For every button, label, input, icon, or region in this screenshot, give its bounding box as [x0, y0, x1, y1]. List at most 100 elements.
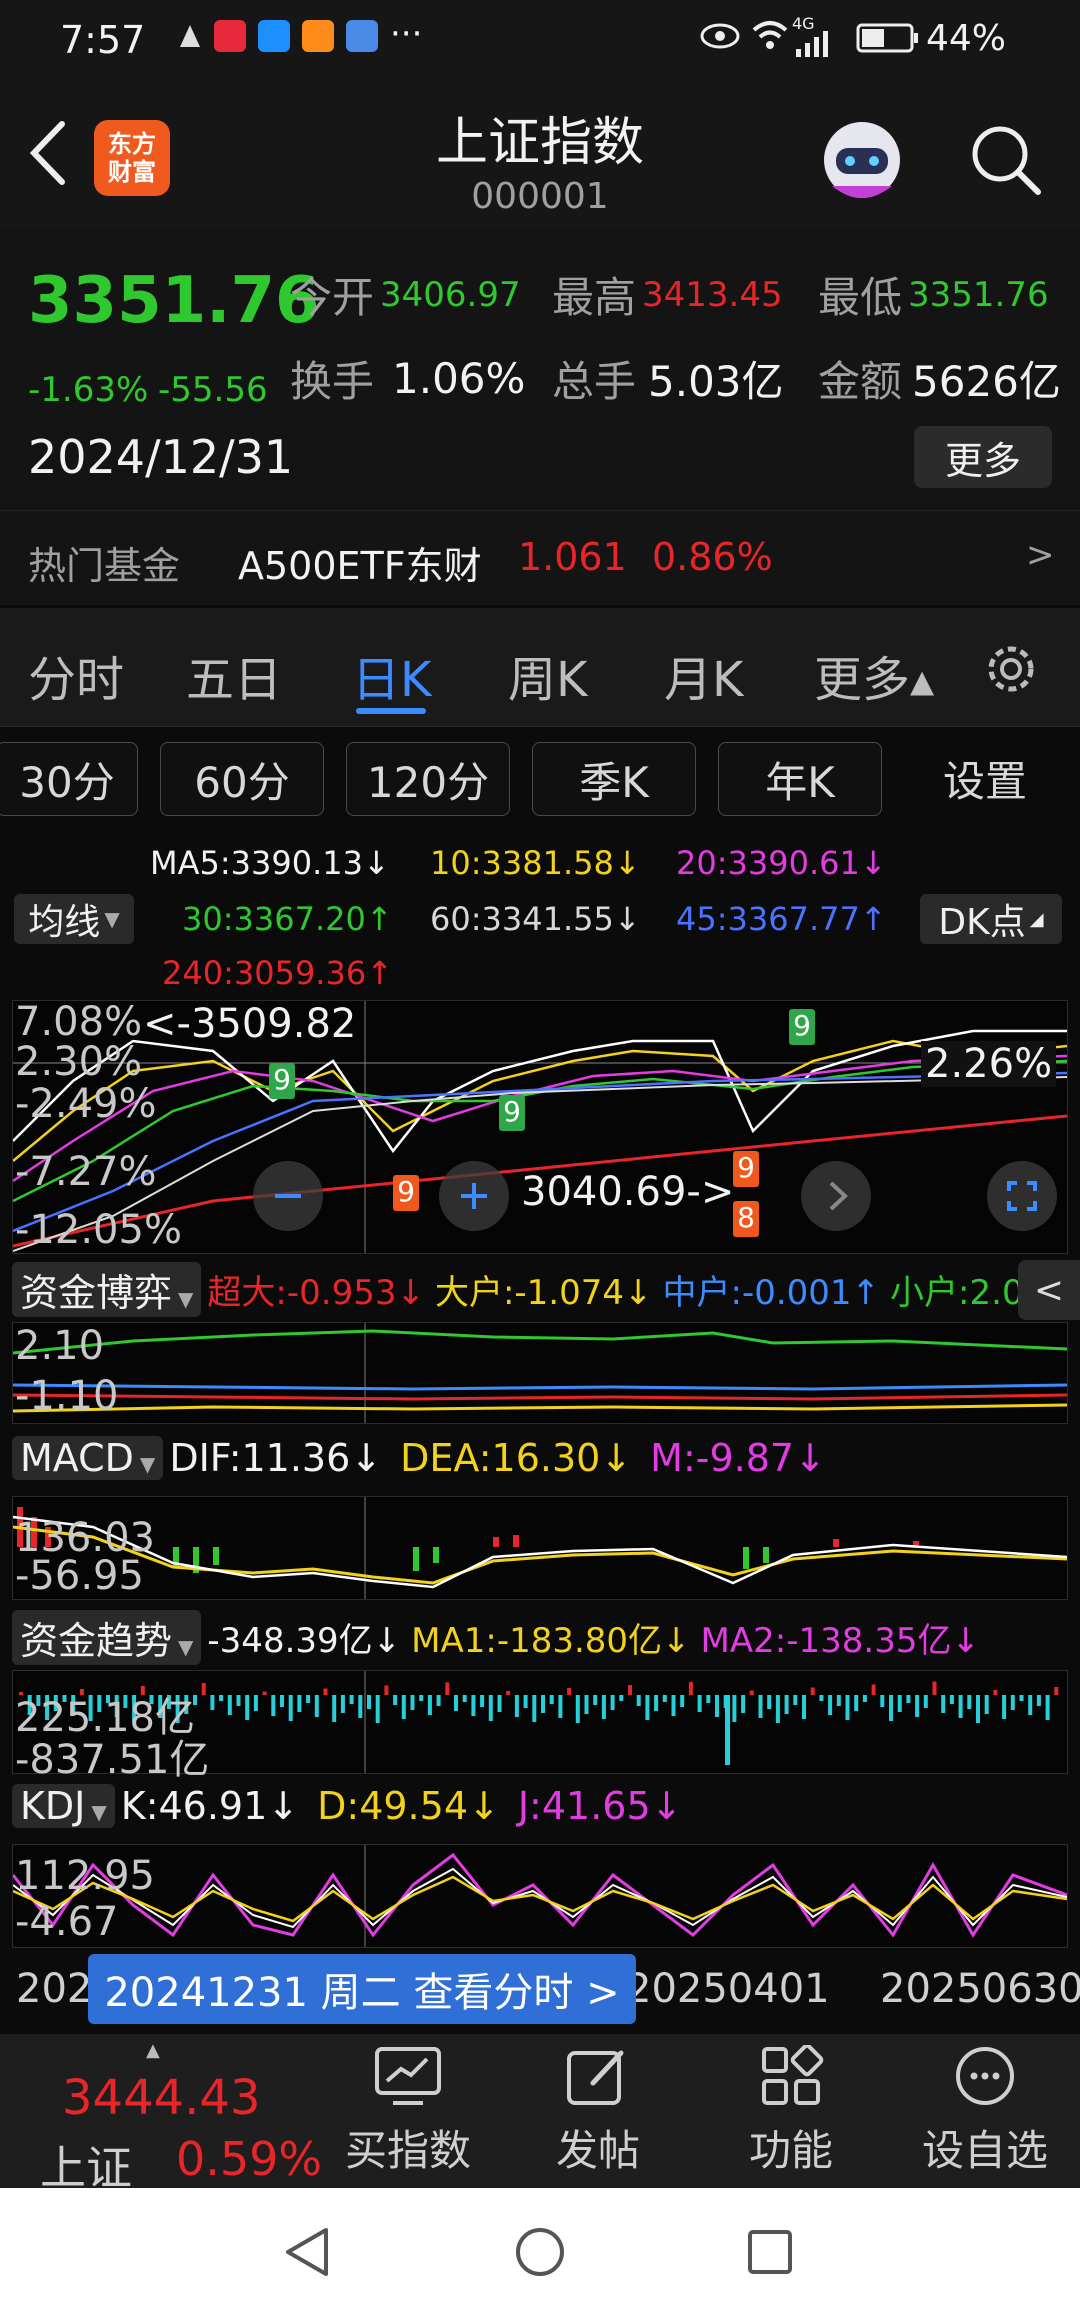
hot-fund-price: 1.061 — [518, 535, 627, 579]
zoom-out-icon[interactable] — [253, 1161, 323, 1231]
kdj-axis-bottom: -4.67 — [15, 1899, 119, 1945]
system-recents-icon[interactable] — [746, 2228, 794, 2280]
hot-fund-name: A500ETF东财 — [238, 544, 482, 588]
fund-game-chart[interactable]: 2.10 -1.10 — [12, 1322, 1068, 1424]
td-sequence-mark: 9 — [733, 1151, 759, 1187]
hot-fund-bar[interactable]: 热门基金 A500ETF东财 1.061 0.86% > — [0, 510, 1080, 605]
subtab-quarterly-k[interactable]: 季K — [532, 742, 696, 816]
macd-chart[interactable]: 136.03 -56.95 — [12, 1496, 1068, 1600]
add-watchlist-button[interactable]: 设自选 — [910, 2034, 1060, 2188]
index-ticker-price[interactable]: 3444.43 — [62, 2070, 261, 2126]
kdj-selector[interactable]: KDJ ▼ — [12, 1784, 115, 1828]
wifi-icon — [750, 18, 790, 61]
change-amt: -55.56 — [158, 370, 268, 410]
kdj-selector-label: KDJ — [20, 1784, 86, 1828]
zoom-in-icon[interactable] — [439, 1161, 509, 1231]
dea-line — [13, 1525, 1067, 1585]
d-line — [13, 1875, 1067, 1923]
system-home-icon[interactable] — [514, 2226, 566, 2282]
tab-more[interactable]: 更多▴ — [814, 640, 934, 710]
change-pct: -1.63% — [28, 370, 149, 410]
fund-trend-bar — [488, 1695, 493, 1721]
subtab-settings[interactable]: 设置 — [904, 742, 1066, 814]
next-icon[interactable] — [801, 1161, 871, 1231]
fund-game-selector-label: 资金博弈 — [20, 1271, 173, 1315]
status-time: 7:57 — [60, 18, 146, 62]
search-icon[interactable] — [966, 120, 1046, 204]
fund-trend-bar — [775, 1695, 780, 1723]
dk-point-button[interactable]: DK点 ◢ — [920, 894, 1062, 944]
fund-trend-bar — [436, 1695, 441, 1706]
subtab-120min[interactable]: 120分 — [346, 742, 510, 816]
fund-trend-bar — [810, 1687, 815, 1695]
ma-selector[interactable]: 均线 ▼ — [14, 894, 134, 944]
fund-trend-bar — [393, 1695, 398, 1705]
edit-icon — [563, 2045, 633, 2117]
fund-game-selector[interactable]: 资金博弈 ▼ — [12, 1262, 202, 1317]
fund-trend-bar — [941, 1695, 946, 1713]
fund-trend-bar — [828, 1695, 833, 1715]
tab-weekly-k[interactable]: 周K — [508, 640, 587, 710]
fund-trend-bar — [201, 1683, 206, 1695]
fund-trend-bar — [367, 1695, 371, 1709]
functions-button[interactable]: 功能 — [716, 2034, 866, 2188]
tab-intraday[interactable]: 分时 — [28, 640, 124, 710]
subtab-30min[interactable]: 30分 — [0, 742, 138, 816]
tab-5day[interactable]: 五日 — [186, 640, 282, 710]
ma-selector-label: 均线 — [28, 902, 101, 943]
view-intraday-tooltip[interactable]: 20241231 周二 查看分时 > — [88, 1954, 636, 2024]
ma5-value: MA5:3390.13↓ — [150, 844, 390, 882]
ma20-value: 20:3390.61↓ — [676, 844, 887, 882]
kdj-chart[interactable]: 112.95 -4.67 — [12, 1844, 1068, 1948]
tab-monthly-k[interactable]: 月K — [664, 640, 743, 710]
kline-axis-4: -7.27% — [15, 1149, 157, 1195]
fund-trend-selector[interactable]: 资金趋势 ▼ — [12, 1610, 202, 1665]
period-tabs: 分时 五日 日K 周K 月K 更多▴ — [0, 608, 1080, 727]
fullscreen-icon[interactable] — [987, 1161, 1057, 1231]
kline-chart[interactable]: 7.08% 2.30% -2.49% -7.27% -12.05% <-3509… — [12, 999, 1068, 1254]
header: 东方 财富 上证指数 000001 — [0, 84, 1080, 231]
turnover-label: 换手 — [290, 357, 375, 406]
fund-trend-bar — [471, 1695, 476, 1716]
fund-trend-axis-bottom: -837.51亿 — [15, 1737, 210, 1783]
buy-index-button[interactable]: 买指数 — [333, 2034, 483, 2188]
more-button[interactable]: 更多 — [914, 426, 1052, 488]
fund-trend-bar — [932, 1681, 937, 1695]
tab-daily-k[interactable]: 日K — [352, 640, 431, 710]
post-button[interactable]: 发帖 — [523, 2034, 673, 2188]
subtab-yearly-k[interactable]: 年K — [718, 742, 882, 816]
system-nav-bar — [0, 2188, 1080, 2312]
fund-trend-bar — [706, 1695, 711, 1703]
fund-trend-bar — [654, 1695, 659, 1711]
macd-dif: DIF:11.36↓ — [169, 1436, 383, 1480]
collapse-panel-button[interactable]: < — [1018, 1260, 1080, 1320]
index-ticker-pct[interactable]: 0.59% — [176, 2132, 322, 2186]
fund-trend-chart[interactable]: 225.18亿 -837.51亿 — [12, 1670, 1068, 1783]
subtab-60min[interactable]: 60分 — [160, 742, 324, 816]
fund-trend-bar — [419, 1695, 424, 1701]
system-back-icon[interactable] — [282, 2226, 332, 2282]
fund-mid-value: 中户:-0.001↑ — [662, 1273, 881, 1313]
fund-trend-bar — [889, 1695, 893, 1721]
fund-trend-header: 资金趋势 ▼ -348.39亿↓ MA1:-183.80亿↓ MA2:-138.3… — [12, 1610, 980, 1665]
active-tab-indicator — [356, 708, 426, 714]
hot-fund-arrow: > — [1026, 535, 1055, 575]
fund-trend-bar — [897, 1695, 902, 1712]
fund-trend-bar — [680, 1695, 685, 1707]
settings-gear-icon[interactable] — [982, 640, 1040, 710]
fund-trend-bar — [401, 1695, 406, 1719]
fund-trend-bar — [645, 1695, 650, 1720]
ma45-value: 45:3367.77↑ — [676, 900, 887, 938]
fund-trend-bar — [358, 1695, 363, 1718]
stock-code: 000001 — [471, 176, 609, 217]
fund-trend-bar — [619, 1695, 624, 1701]
fund-trend-bar — [332, 1695, 337, 1722]
fund-trend-bar — [1045, 1695, 1050, 1720]
robot-assistant-icon[interactable] — [816, 114, 908, 206]
kdj-axis-top: 112.95 — [15, 1853, 155, 1899]
hot-fund-pct: 0.86% — [652, 535, 773, 579]
fund-trend-bar — [758, 1695, 763, 1718]
ma60-value: 60:3341.55↓ — [430, 900, 641, 938]
page-title: 上证指数 — [435, 113, 644, 173]
macd-selector[interactable]: MACD ▼ — [12, 1436, 164, 1480]
